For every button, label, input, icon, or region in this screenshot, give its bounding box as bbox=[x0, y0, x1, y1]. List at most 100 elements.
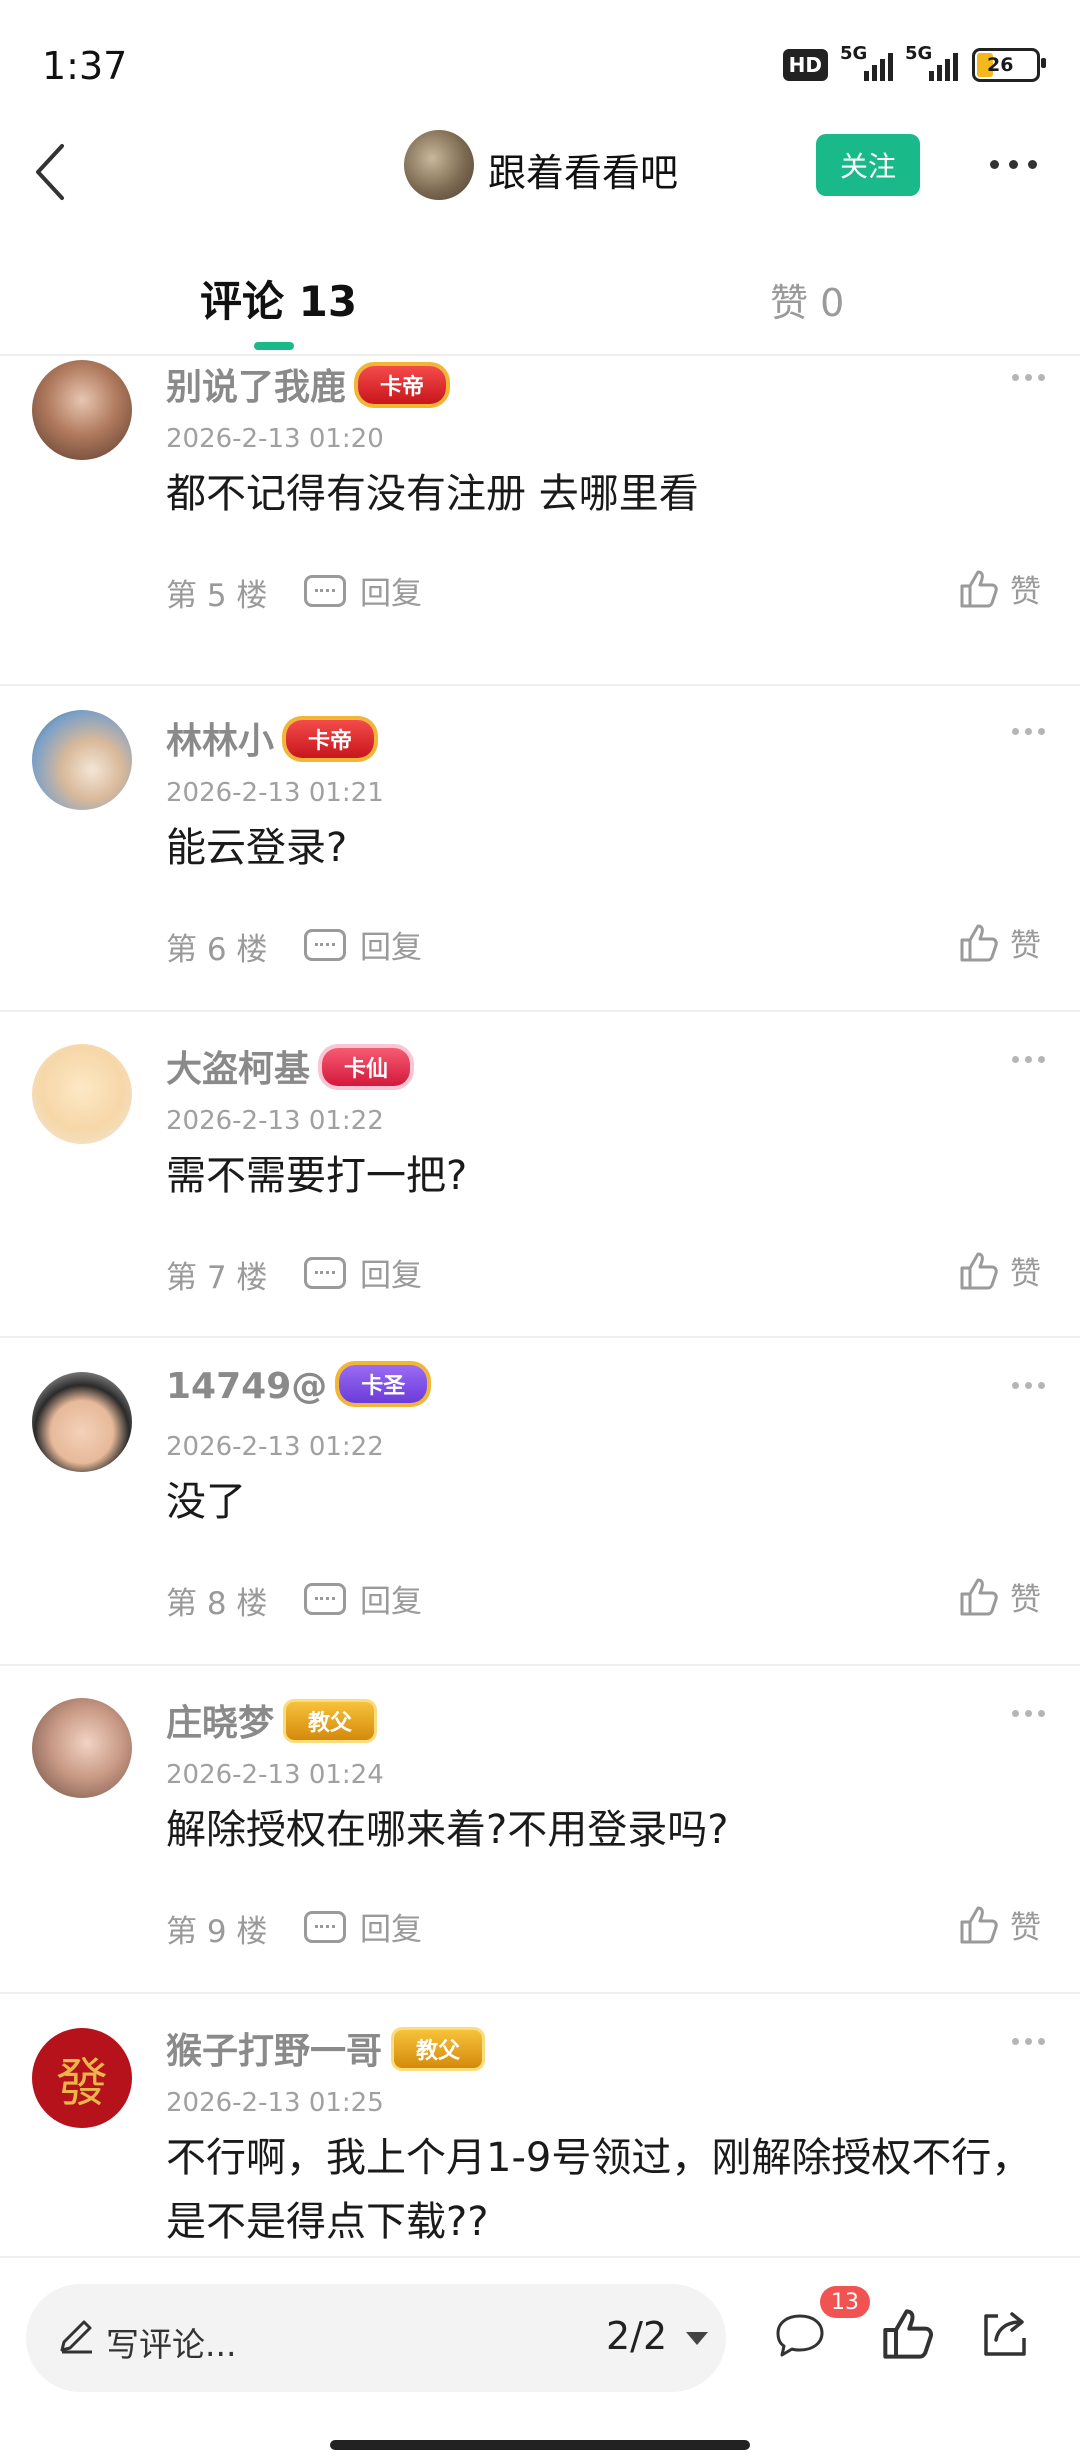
reply-icon bbox=[304, 1910, 346, 1943]
floor-number: 第 7 楼 bbox=[166, 1260, 268, 1296]
level-badge: 卡帝 bbox=[286, 720, 375, 758]
comment-list[interactable]: 别说了我鹿 卡帝 2026-2-13 01:20 都不记得有没有注册 去哪里看 第… bbox=[0, 356, 1080, 2256]
floor-number: 第 8 楼 bbox=[166, 1586, 268, 1622]
like-button[interactable]: 赞 bbox=[958, 920, 1041, 965]
level-badge: 卡帝 bbox=[358, 366, 447, 404]
comment-author[interactable]: 别说了我鹿 卡帝 bbox=[166, 358, 447, 410]
like-button[interactable]: 赞 bbox=[958, 1574, 1041, 1619]
battery-level: 26 bbox=[987, 54, 1014, 76]
avatar[interactable] bbox=[32, 1044, 132, 1144]
thumbs-up-icon bbox=[960, 570, 998, 607]
thumbs-up-icon bbox=[960, 1252, 998, 1289]
floor-number: 第 5 楼 bbox=[166, 578, 268, 614]
comment-time: 2026-2-13 01:20 bbox=[166, 424, 384, 454]
chevron-down-icon[interactable] bbox=[686, 2332, 708, 2345]
comment-author[interactable]: 庄晓梦 教父 bbox=[166, 1694, 375, 1746]
network-label-1: 5G bbox=[840, 43, 868, 64]
author-name[interactable]: 大盗柯基 bbox=[166, 1049, 310, 1090]
comment-time: 2026-2-13 01:21 bbox=[166, 778, 384, 808]
tab-comments[interactable]: 评论 13 bbox=[200, 268, 357, 329]
comment-item: 庄晓梦 教父 2026-2-13 01:24 解除授权在哪来着?不用登录吗? 第 … bbox=[0, 1664, 1080, 1994]
comment-item: 大盗柯基 卡仙 2026-2-13 01:22 需不需要打一把? 第 7 楼 回复… bbox=[0, 1010, 1080, 1338]
reply-label: 回复 bbox=[360, 930, 422, 966]
home-indicator[interactable] bbox=[330, 2440, 750, 2450]
back-arrow-icon[interactable] bbox=[26, 136, 86, 206]
status-icons: HD 5G 5G 26 bbox=[782, 43, 1046, 82]
like-label: 赞 bbox=[1010, 574, 1041, 610]
comment-more-icon[interactable] bbox=[1012, 374, 1045, 381]
reply-label: 回复 bbox=[360, 1584, 422, 1620]
author-name[interactable]: 庄晓梦 bbox=[166, 1703, 274, 1744]
comment-bubble-icon[interactable] bbox=[772, 2308, 828, 2364]
author-name[interactable]: 14749@ bbox=[166, 1366, 327, 1407]
comment-text: 能云登录? bbox=[166, 825, 348, 871]
reply-icon bbox=[304, 928, 346, 961]
avatar[interactable] bbox=[32, 710, 132, 810]
reply-label: 回复 bbox=[360, 1258, 422, 1294]
reply-button[interactable]: 回复 bbox=[304, 568, 422, 613]
author-avatar[interactable] bbox=[404, 130, 474, 200]
author-name[interactable]: 别说了我鹿 bbox=[166, 367, 346, 408]
share-icon[interactable] bbox=[976, 2306, 1032, 2362]
avatar[interactable] bbox=[32, 1698, 132, 1798]
comment-text: 没了 bbox=[166, 1479, 246, 1525]
avatar[interactable] bbox=[32, 360, 132, 460]
comment-more-icon[interactable] bbox=[1012, 2038, 1045, 2045]
floor-number: 第 9 楼 bbox=[166, 1914, 268, 1950]
follow-button[interactable]: 关注 bbox=[816, 134, 920, 196]
comment-text: 需不需要打一把? bbox=[166, 1153, 468, 1199]
reply-icon bbox=[304, 1256, 346, 1289]
comment-author[interactable]: 大盗柯基 卡仙 bbox=[166, 1040, 411, 1092]
tab-likes[interactable]: 赞 0 bbox=[770, 272, 844, 327]
reply-button[interactable]: 回复 bbox=[304, 1904, 422, 1949]
reply-button[interactable]: 回复 bbox=[304, 1250, 422, 1295]
avatar-character: 發 bbox=[55, 2053, 108, 2114]
thumbs-up-icon bbox=[960, 1578, 998, 1615]
bottom-bar: 写评论... 2/2 13 bbox=[0, 2256, 1080, 2462]
avatar[interactable]: 發 bbox=[32, 2028, 132, 2128]
status-time: 1:37 bbox=[42, 44, 128, 88]
more-options-icon[interactable] bbox=[990, 160, 1037, 169]
level-badge: 教父 bbox=[394, 2030, 483, 2068]
comment-item: 發 猴子打野一哥 教父 2026-2-13 01:25 不行啊，我上个月1-9号领… bbox=[0, 1992, 1080, 2256]
write-comment-input[interactable]: 写评论... 2/2 bbox=[26, 2284, 726, 2392]
like-button[interactable]: 赞 bbox=[958, 1902, 1041, 1947]
comment-author[interactable]: 14749@ 卡圣 bbox=[166, 1365, 428, 1407]
comment-item: 14749@ 卡圣 2026-2-13 01:22 没了 第 8 楼 回复 赞 bbox=[0, 1336, 1080, 1666]
like-label: 赞 bbox=[1010, 1910, 1041, 1946]
battery-icon: 26 bbox=[972, 48, 1046, 82]
reply-label: 回复 bbox=[360, 1912, 422, 1948]
signal-icon-2: 5G bbox=[905, 43, 958, 81]
author-name[interactable]: 林林小 bbox=[166, 721, 274, 762]
reply-icon bbox=[304, 1582, 346, 1615]
write-comment-placeholder: 写评论... bbox=[106, 2325, 237, 2364]
comment-author[interactable]: 猴子打野一哥 教父 bbox=[166, 2022, 483, 2074]
comment-count-badge: 13 bbox=[820, 2286, 870, 2318]
thumbs-up-icon[interactable] bbox=[880, 2306, 936, 2362]
comment-more-icon[interactable] bbox=[1012, 1382, 1045, 1389]
like-button[interactable]: 赞 bbox=[958, 1248, 1041, 1293]
author-name[interactable]: 跟着看看吧 bbox=[488, 142, 678, 197]
comment-author[interactable]: 林林小 卡帝 bbox=[166, 712, 375, 764]
tab-indicator bbox=[254, 342, 294, 350]
author-name[interactable]: 猴子打野一哥 bbox=[166, 2031, 382, 2072]
avatar[interactable] bbox=[32, 1372, 132, 1472]
page-indicator[interactable]: 2/2 bbox=[606, 2314, 667, 2358]
pen-icon bbox=[60, 2320, 92, 2354]
comment-time: 2026-2-13 01:22 bbox=[166, 1432, 384, 1462]
reply-button[interactable]: 回复 bbox=[304, 1576, 422, 1621]
level-badge: 教父 bbox=[286, 1702, 375, 1740]
comment-more-icon[interactable] bbox=[1012, 1056, 1045, 1063]
level-badge: 卡仙 bbox=[322, 1048, 411, 1086]
reply-icon bbox=[304, 574, 346, 607]
status-bar: 1:37 HD 5G 5G 26 bbox=[0, 0, 1080, 130]
comment-more-icon[interactable] bbox=[1012, 728, 1045, 735]
floor-number: 第 6 楼 bbox=[166, 932, 268, 968]
like-label: 赞 bbox=[1010, 1582, 1041, 1618]
top-header: 跟着看看吧 关注 bbox=[0, 120, 1080, 230]
reply-label: 回复 bbox=[360, 576, 422, 612]
reply-button[interactable]: 回复 bbox=[304, 922, 422, 967]
like-button[interactable]: 赞 bbox=[958, 566, 1041, 611]
comment-more-icon[interactable] bbox=[1012, 1710, 1045, 1717]
comment-item: 林林小 卡帝 2026-2-13 01:21 能云登录? 第 6 楼 回复 赞 bbox=[0, 684, 1080, 1012]
